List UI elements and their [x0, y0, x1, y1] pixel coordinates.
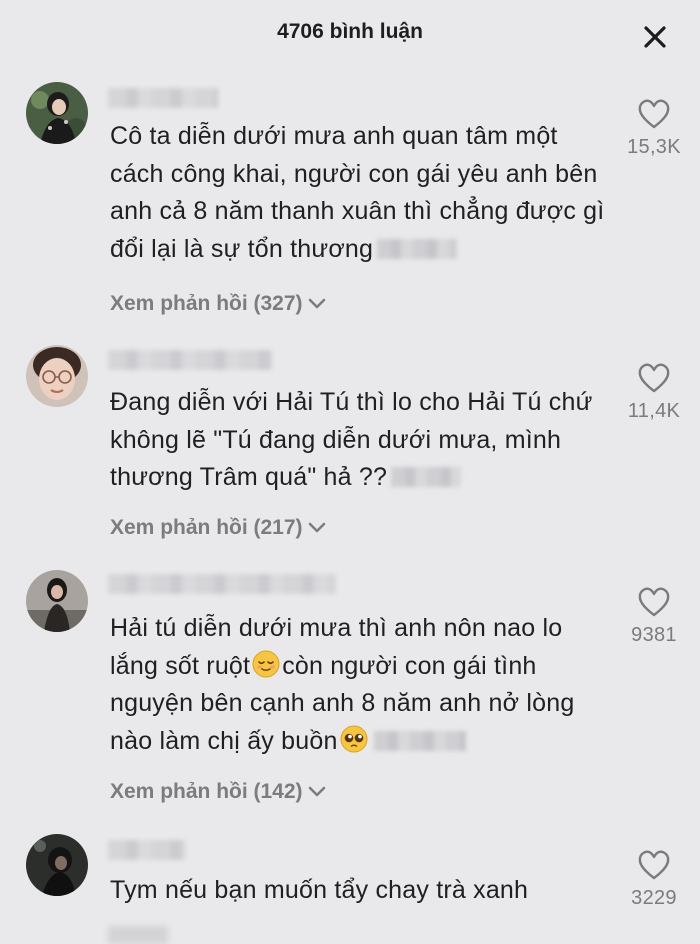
username-redacted[interactable]	[108, 574, 336, 594]
avatar[interactable]	[26, 82, 88, 144]
comment-text: Hải tú diễn dưới mưa thì anh nôn nao lo …	[110, 614, 575, 755]
like-column: 15,3K	[604, 98, 700, 159]
like-count: 15,3K	[627, 136, 681, 158]
mention-redacted[interactable]	[373, 730, 466, 751]
mention-redacted[interactable]	[377, 238, 458, 259]
chevron-down-icon	[308, 522, 325, 533]
comments-header: 4706 bình luận	[0, 0, 700, 70]
relieved-face-emoji	[252, 650, 280, 677]
heart-icon[interactable]	[637, 849, 671, 881]
like-column: 11,4K	[604, 362, 700, 423]
username-redacted[interactable]	[108, 350, 273, 370]
comments-sheet: 4706 bình luận Cô ta diễn dưới mưa anh q…	[0, 0, 700, 944]
close-icon[interactable]	[638, 20, 672, 54]
chevron-down-icon	[308, 786, 325, 797]
like-count: 9381	[631, 624, 677, 646]
like-column: 9381	[604, 586, 700, 647]
view-replies-label: Xem phản hồi (327)	[110, 292, 303, 315]
view-replies-label: Xem phản hồi (217)	[110, 516, 303, 539]
view-replies-label: Xem phản hồi (142)	[110, 780, 303, 803]
username-redacted[interactable]	[108, 88, 218, 108]
heart-icon[interactable]	[637, 586, 671, 618]
chevron-down-icon	[308, 298, 325, 309]
comment-count-title: 4706 bình luận	[277, 20, 423, 43]
comment-text: Cô ta diễn dưới mưa anh quan tâm một các…	[110, 122, 605, 263]
view-replies-button[interactable]: Xem phản hồi (327)	[110, 292, 327, 316]
comment-text: Đang diễn với Hải Tú thì lo cho Hải Tú c…	[110, 388, 593, 491]
avatar[interactable]	[26, 834, 88, 896]
avatar[interactable]	[26, 570, 88, 632]
view-replies-button[interactable]: Xem phản hồi (217)	[110, 516, 327, 540]
username-redacted[interactable]	[108, 840, 186, 860]
comment-text: Tym nếu bạn muốn tẩy chay trà xanh	[110, 876, 529, 904]
pleading-face-emoji	[340, 725, 368, 752]
avatar[interactable]	[26, 345, 88, 407]
mention-redacted[interactable]	[391, 467, 462, 487]
like-count: 11,4K	[627, 400, 681, 422]
view-replies-button[interactable]: Xem phản hồi (142)	[110, 780, 327, 804]
heart-icon[interactable]	[637, 98, 671, 130]
like-column: 3229	[604, 849, 700, 910]
mention-redacted	[108, 926, 168, 944]
like-count: 3229	[631, 887, 677, 909]
heart-icon[interactable]	[637, 362, 671, 394]
